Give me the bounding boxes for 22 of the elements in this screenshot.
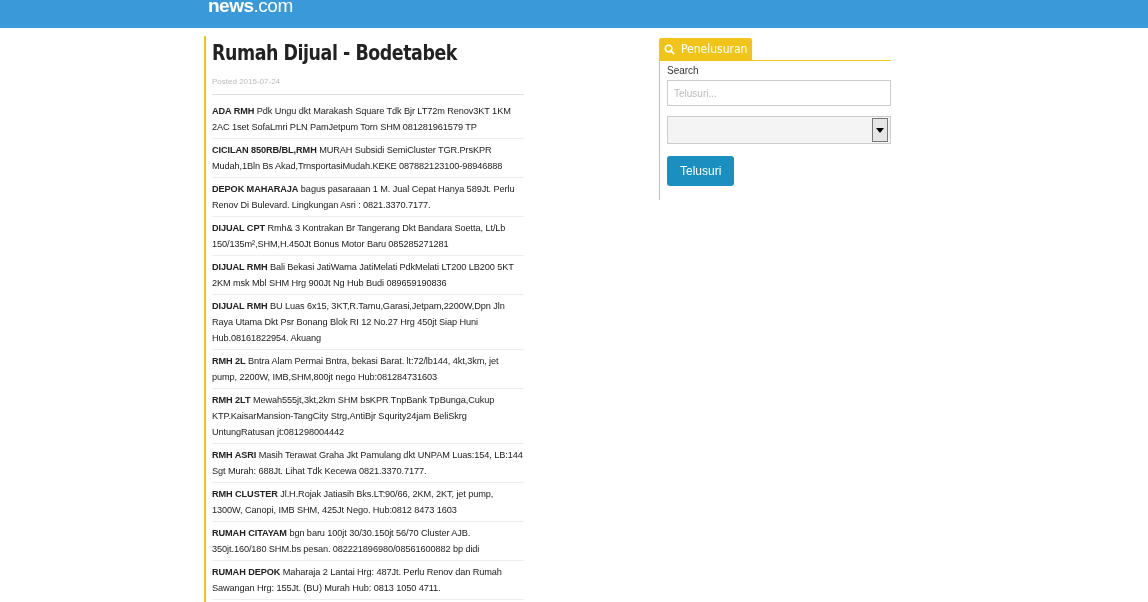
category-dropdown[interactable] (667, 116, 891, 144)
listing-text: DEPOK MAHARAJA bagus pasaraaan 1 M. Jual Cepat Hanya 589Jt. Perlu Renov Di Bulevard. Lingkungan Asri : 0821.3370.7177. (212, 181, 524, 217)
search-button[interactable]: Telusuri (667, 156, 735, 186)
listing-text: RUMAH CITAYAM bgn baru 100jt 30/30.150jt 56/70 Cluster AJB. 350jt.160/180 SHM.bs pesan. 082221896980/08561600882 bp didi (212, 525, 524, 561)
site-logo[interactable]: news.com (208, 0, 293, 15)
listing-text: CICILAN 850RB/BL,RMH MURAH Subsidi SemiCluster TGR.PrsKPR Mudah,1Bln Bs Akad,TrnsportasiMudah.KEKE 087882123100-98946888 (212, 142, 524, 178)
tab-label: Penelusuran (681, 42, 748, 56)
listing-text: RMH CLUSTER Jl.H.Rojak Jatiasih Bks.LT:90/66, 2KM, 2KT, jet pump, 1300W, Canopi, IMB SHM, 425Jt Nego. Hub:0812 8473 1603 (212, 486, 524, 522)
caret-icon (872, 118, 888, 142)
posted-date: Posted 2015-07-24 (212, 77, 282, 86)
article-title: Rumah Dijual - Bodetabek (212, 40, 459, 65)
listing-text: DIJUAL RMH Bali Bekasi JatiWarna JatiMelati PdkMelati LT200 LB200 5KT 2KM msk Mbl SHM Hrg 900Jt Ng Hub Budi 089659190836 (212, 259, 524, 295)
listing-text: DIJUAL RMH BU Luas 6x15, 3KT,R.Tamu,Garasi,Jetpam,2200W,Dpn Jln Raya Utama Dkt Psr Bonang Blok RI 12 No.27 Hrg 450jt Siap Huni Hub.08161822954. Akuang (212, 298, 524, 350)
listing-text: RMH 2LT Mewah555jt,3kt,2km SHM bsKPR TnpBank TpBunga,Cukup KTP.KaisarMansion-TangCity Strg,AntiBjr Squrity24jam BeliSkrg UntungRatusan jt:081298004442 (212, 392, 524, 444)
search-field[interactable]: Telusuri... (667, 80, 891, 106)
listing-text: RMH ASRI Masih Terawat Graha Jkt Pamulang dkt UNPAM Luas:154, LB:144 Sgt Murah: 688Jt. Lihat Tdk Kecewa 0821.3370.7177. (212, 447, 524, 483)
listing-text: RMH 2L Bntra Alam Permai Bntra, bekasi Barat. lt:72/lb144, 4kt,3km, jet pump, 2200W, IMB,SHM,800jt nego Hub:081284731603 (212, 353, 524, 389)
search-label: Search (667, 65, 699, 76)
listing-text: RUMAH DEPOK Maharaja 2 Lantai Hrg: 487Jt. Perlu Renov dan Rumah Sawangan Hrg: 155Jt. (BU) Murah Hub: 0813 1050 4711. (212, 564, 524, 600)
listing-text: DIJUAL CPT Rmh& 3 Kontrakan Br Tangerang Dkt Bandara Soetta, Lt/Lb 150/135m²,SHM,H.450Jt Bonus Motor Baru 085285271281 (212, 220, 524, 256)
listing-text: ADA RMH Pdk Ungu dkt Marakash Square Tdk Bjr LT72m Renov3KT 1KM 2AC 1set SofaLmri PLN PamJetpum Torn SHM 081281961579 TP (212, 103, 524, 139)
search-icon (664, 43, 675, 55)
